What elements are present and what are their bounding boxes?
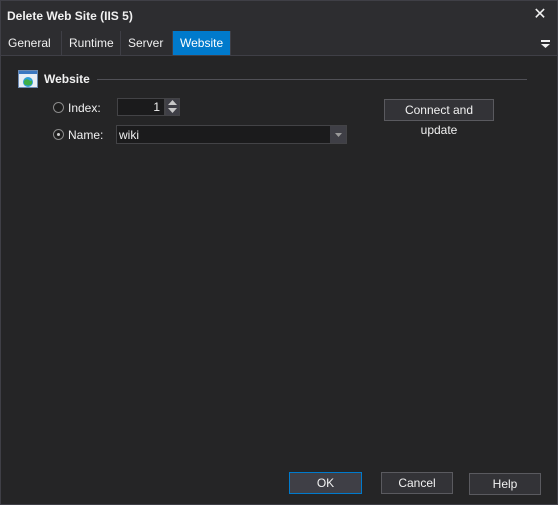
ok-button[interactable]: OK — [289, 472, 362, 494]
name-radio[interactable] — [53, 129, 64, 140]
spin-down-icon[interactable] — [168, 108, 177, 114]
title-bar: Delete Web Site (IIS 5) ✕ — [1, 1, 557, 31]
help-button[interactable]: Help — [469, 473, 541, 495]
dialog-window: Delete Web Site (IIS 5) ✕ General Runtim… — [0, 0, 558, 505]
close-icon: ✕ — [533, 6, 547, 23]
tab-server[interactable]: Server — [121, 31, 173, 55]
name-label: Name: — [68, 128, 104, 142]
window-title: Delete Web Site (IIS 5) — [7, 9, 133, 23]
index-radio[interactable] — [53, 102, 64, 113]
section-title: Website — [44, 72, 90, 86]
cancel-button[interactable]: Cancel — [381, 472, 453, 494]
index-input[interactable]: 1 — [117, 98, 165, 116]
index-stepper — [165, 98, 180, 116]
name-combobox[interactable]: wiki — [116, 125, 347, 144]
section-divider — [97, 79, 527, 80]
tab-website[interactable]: Website — [173, 31, 231, 55]
connect-update-button[interactable]: Connect and update — [384, 99, 494, 137]
tab-strip: General Runtime Server Website — [1, 31, 557, 56]
globe-window-icon — [18, 70, 38, 88]
spin-up-icon[interactable] — [168, 100, 177, 106]
name-dropdown-button[interactable] — [330, 126, 346, 143]
name-value[interactable]: wiki — [119, 128, 139, 142]
tab-runtime[interactable]: Runtime — [62, 31, 121, 55]
menu-arrow-icon — [541, 40, 550, 48]
chevron-down-icon — [335, 133, 342, 137]
close-button[interactable]: ✕ — [531, 6, 549, 24]
tab-menu-button[interactable] — [541, 38, 551, 48]
tab-general[interactable]: General — [1, 31, 62, 55]
index-label: Index: — [68, 101, 101, 115]
